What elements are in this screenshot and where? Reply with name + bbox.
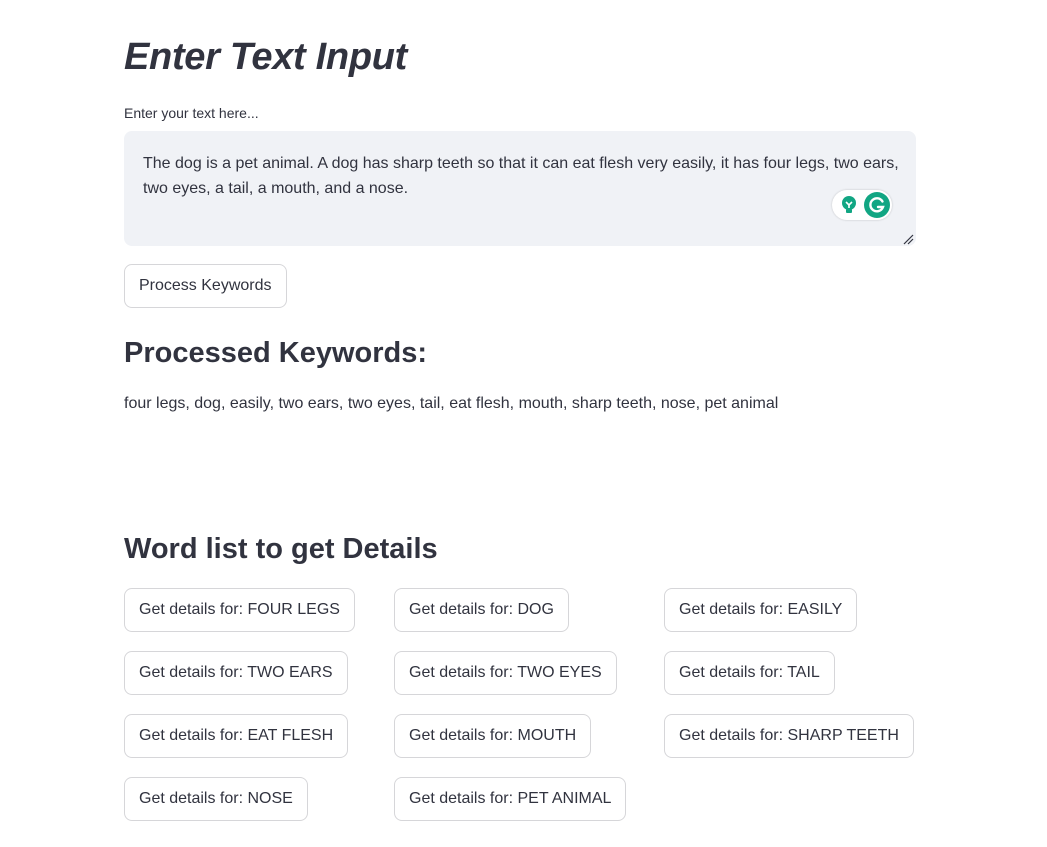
get-details-two-ears-button[interactable]: Get details for: TWO EARS <box>124 651 348 695</box>
grammarly-logo-icon[interactable] <box>864 192 890 218</box>
text-input-label: Enter your text here... <box>124 105 259 121</box>
get-details-eat-flesh-button[interactable]: Get details for: EAT FLESH <box>124 714 349 758</box>
get-details-sharp-teeth-button[interactable]: Get details for: SHARP TEETH <box>664 714 914 758</box>
page-title: Enter Text Input <box>124 36 408 78</box>
get-details-dog-button[interactable]: Get details for: DOG <box>394 588 569 632</box>
get-details-four-legs-button[interactable]: Get details for: FOUR LEGS <box>124 588 355 632</box>
processed-keywords-heading: Processed Keywords: <box>124 337 428 369</box>
get-details-easily-button[interactable]: Get details for: EASILY <box>664 588 858 632</box>
app-page: Enter Text Input Enter your text here...… <box>0 0 1047 847</box>
text-input-value[interactable]: The dog is a pet animal. A dog has sharp… <box>143 151 903 201</box>
get-details-tail-button[interactable]: Get details for: TAIL <box>664 651 835 695</box>
resize-grip-icon[interactable] <box>902 232 914 245</box>
processed-keywords-text: four legs, dog, easily, two ears, two ey… <box>124 395 779 412</box>
grammarly-widget[interactable] <box>832 190 892 220</box>
get-details-mouth-button[interactable]: Get details for: MOUTH <box>394 714 592 758</box>
process-keywords-button[interactable]: Process Keywords <box>124 264 287 308</box>
get-details-two-eyes-button[interactable]: Get details for: TWO EYES <box>394 651 617 695</box>
get-details-nose-button[interactable]: Get details for: NOSE <box>124 777 308 821</box>
text-input-area[interactable]: The dog is a pet animal. A dog has sharp… <box>124 131 916 246</box>
lightbulb-icon[interactable] <box>838 194 860 216</box>
word-list-heading: Word list to get Details <box>124 533 438 565</box>
get-details-pet-animal-button[interactable]: Get details for: PET ANIMAL <box>394 777 627 821</box>
